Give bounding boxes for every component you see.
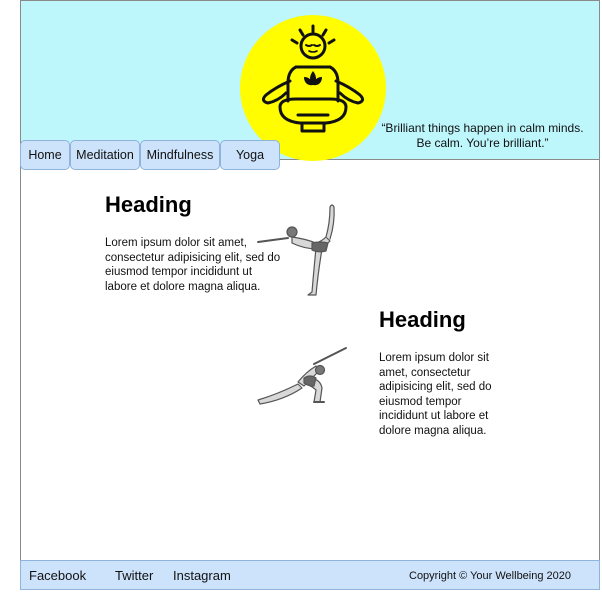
- nav-item-home[interactable]: Home: [20, 140, 70, 170]
- facebook-link[interactable]: Facebook: [29, 568, 86, 583]
- header-quote: “Brilliant things happen in calm minds. …: [380, 121, 585, 151]
- copyright-text: Copyright © Your Wellbeing 2020: [409, 570, 572, 582]
- instagram-link[interactable]: Instagram: [173, 568, 231, 583]
- nav-item-mindfulness[interactable]: Mindfulness: [140, 140, 220, 170]
- site-footer: Facebook Twitter Instagram Copyright © Y…: [20, 560, 600, 590]
- nav-item-label: Mindfulness: [146, 148, 214, 162]
- twitter-link[interactable]: Twitter: [115, 568, 153, 583]
- section-2-text: Lorem ipsum dolor sit amet, consectetur …: [379, 352, 492, 437]
- nav-item-label: Meditation: [76, 148, 134, 162]
- quote-line-2: Be calm. You’re brilliant.”: [416, 136, 549, 150]
- nav-item-yoga[interactable]: Yoga: [220, 140, 280, 170]
- dancer-pose-icon: [257, 204, 335, 296]
- side-angle-pose-icon: [257, 347, 347, 405]
- section-1-heading: Heading: [105, 192, 192, 217]
- section-2-heading: Heading: [379, 307, 466, 332]
- quote-line-1: “Brilliant things happen in calm minds.: [381, 121, 584, 135]
- nav-item-meditation[interactable]: Meditation: [70, 140, 140, 170]
- nav-item-label: Yoga: [235, 148, 265, 162]
- nav-item-label: Home: [28, 148, 62, 162]
